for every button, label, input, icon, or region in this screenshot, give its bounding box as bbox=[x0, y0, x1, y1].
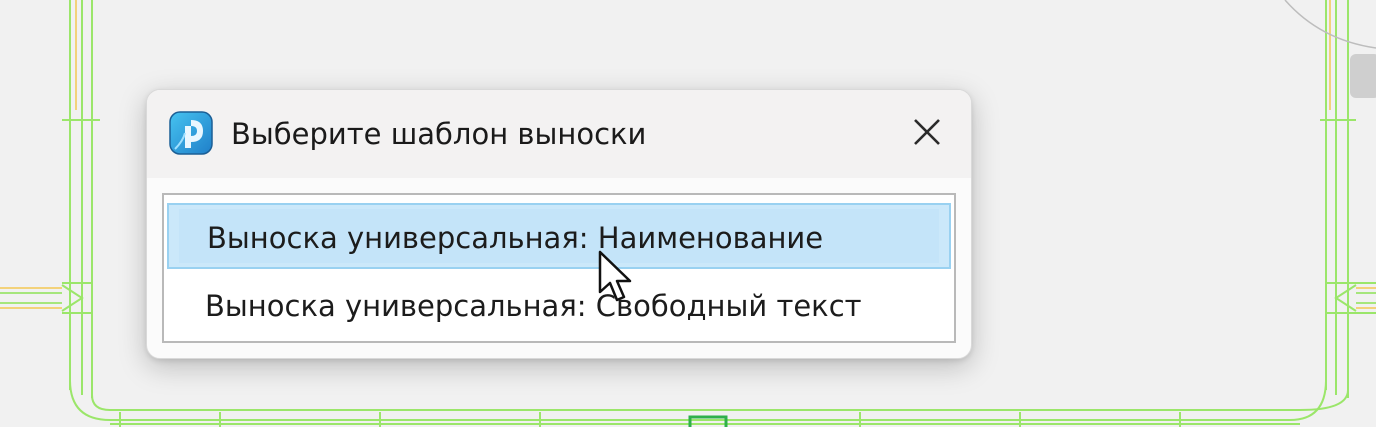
callout-template-dialog: Выберите шаблон выноски Выноска универса… bbox=[146, 89, 972, 359]
template-list[interactable]: Выноска универсальная: Наименование Выно… bbox=[162, 193, 956, 343]
cad-workspace[interactable]: Выберите шаблон выноски Выноска универса… bbox=[0, 0, 1376, 427]
list-item-naming[interactable]: Выноска универсальная: Наименование bbox=[167, 203, 951, 269]
renga-app-icon bbox=[169, 111, 213, 155]
list-item-label: Выноска универсальная: Наименование bbox=[207, 221, 824, 255]
dialog-title: Выберите шаблон выноски bbox=[231, 117, 647, 151]
dialog-titlebar[interactable]: Выберите шаблон выноски bbox=[147, 90, 971, 178]
list-item-label: Выноска универсальная: Свободный текст bbox=[205, 289, 862, 323]
close-icon[interactable] bbox=[901, 108, 953, 156]
list-item-free-text[interactable]: Выноска универсальная: Свободный текст bbox=[167, 273, 951, 339]
